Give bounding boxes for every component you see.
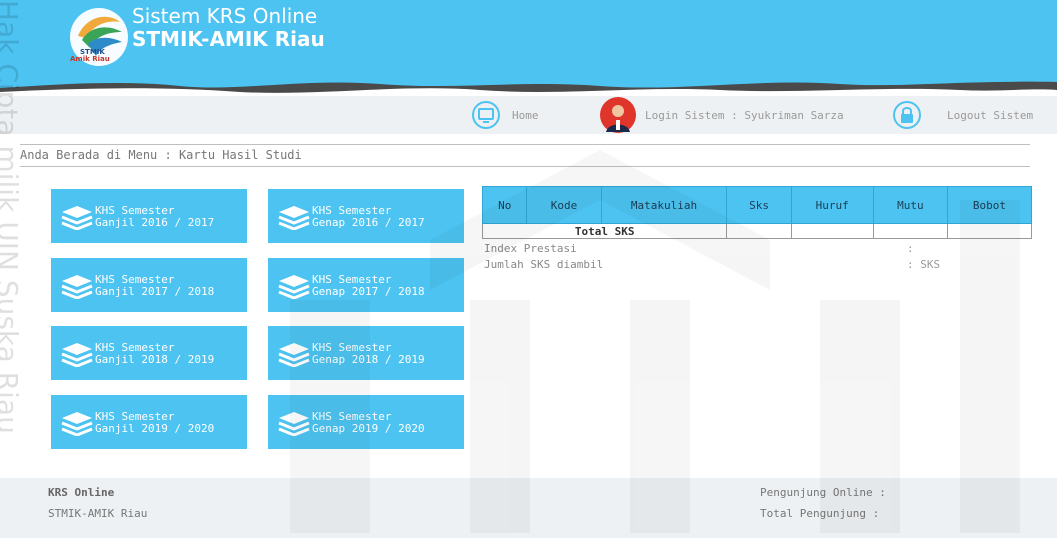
nav-login[interactable]: Login Sistem : Syukriman Sarza xyxy=(597,96,844,134)
khs-button-line2: Genap 2016 / 2017 xyxy=(312,216,425,229)
jumlah-sks-value: : SKS xyxy=(907,258,941,271)
footer-visitors-total: Total Pengunjung : xyxy=(760,507,880,520)
footer-visitors-online: Pengunjung Online : xyxy=(760,486,886,499)
col-header-huruf: Huruf xyxy=(790,186,874,224)
index-prestasi-label: Index Prestasi xyxy=(484,242,577,255)
table-header-row: No Kode Matakuliah Sks Huruf Mutu Bobot xyxy=(481,186,1033,224)
khs-button-ganjil-2018-2019[interactable]: KHS Semester Ganjil 2018 / 2019 xyxy=(51,326,247,380)
nav-home[interactable]: Home xyxy=(472,96,539,134)
khs-button-ganjil-2016-2017[interactable]: KHS Semester Ganjil 2016 / 2017 xyxy=(51,189,247,243)
khs-button-line2: Genap 2017 / 2018 xyxy=(312,285,425,298)
col-header-no: No xyxy=(481,186,528,224)
total-huruf-cell xyxy=(790,223,874,239)
lock-icon xyxy=(893,101,921,129)
books-icon xyxy=(61,206,93,230)
logo-caption: STMIK Amik Riau xyxy=(70,49,128,63)
logo-caption-line2: Amik Riau xyxy=(70,55,110,63)
khs-button-genap-2016-2017[interactable]: KHS Semester Genap 2016 / 2017 xyxy=(268,189,464,243)
books-icon xyxy=(278,206,310,230)
col-header-sks: Sks xyxy=(726,186,792,224)
books-icon xyxy=(61,275,93,299)
col-header-matakuliah: Matakuliah xyxy=(600,186,728,224)
avatar xyxy=(600,97,636,133)
jumlah-sks-label: Jumlah SKS diambil xyxy=(484,258,604,271)
total-mutu-cell xyxy=(872,223,948,239)
khs-button-ganjil-2017-2018[interactable]: KHS Semester Ganjil 2017 / 2018 xyxy=(51,258,247,312)
site-header: STMIK Amik Riau Sistem KRS Online STMIK-… xyxy=(0,0,1057,100)
index-prestasi-value: : xyxy=(907,242,914,255)
nav-logout[interactable]: Logout Sistem xyxy=(893,96,1033,134)
breadcrumb-divider-top xyxy=(20,144,1030,145)
col-header-bobot: Bobot xyxy=(946,186,1033,224)
khs-button-genap-2019-2020[interactable]: KHS Semester Genap 2019 / 2020 xyxy=(268,395,464,449)
watermark-side-text: Hak Cipta milik UIN Suska Riau xyxy=(0,0,24,434)
books-icon xyxy=(278,412,310,436)
total-sks-label: Total SKS xyxy=(481,223,728,239)
khs-button-line2: Ganjil 2017 / 2018 xyxy=(95,285,215,298)
khs-button-ganjil-2019-2020[interactable]: KHS Semester Ganjil 2019 / 2020 xyxy=(51,395,247,449)
khs-table: No Kode Matakuliah Sks Huruf Mutu Bobot … xyxy=(481,186,1033,239)
khs-button-line2: Ganjil 2018 / 2019 xyxy=(95,353,215,366)
footer-org: STMIK-AMIK Riau xyxy=(48,507,148,520)
nav-logout-label: Logout Sistem xyxy=(947,108,1034,122)
col-header-mutu: Mutu xyxy=(872,186,948,224)
books-icon xyxy=(61,412,93,436)
breadcrumb: Anda Berada di Menu : Kartu Hasil Studi xyxy=(20,148,302,162)
monitor-icon xyxy=(472,101,500,129)
total-sks-cell xyxy=(726,223,792,239)
khs-button-line2: Genap 2018 / 2019 xyxy=(312,353,425,366)
top-navbar: Home Login Sistem : Syukriman Sarza Logo… xyxy=(0,96,1057,134)
khs-button-genap-2018-2019[interactable]: KHS Semester Genap 2018 / 2019 xyxy=(268,326,464,380)
books-icon xyxy=(61,343,93,367)
khs-button-line2: Genap 2019 / 2020 xyxy=(312,422,425,435)
khs-button-line2: Ganjil 2019 / 2020 xyxy=(95,422,215,435)
app-title: Sistem KRS Online xyxy=(132,4,318,28)
footer-brand: KRS Online xyxy=(48,486,115,499)
col-header-kode: Kode xyxy=(526,186,602,224)
khs-button-genap-2017-2018[interactable]: KHS Semester Genap 2017 / 2018 xyxy=(268,258,464,312)
app-subtitle: STMIK-AMIK Riau xyxy=(132,27,325,51)
site-footer: KRS Online STMIK-AMIK Riau Pengunjung On… xyxy=(0,478,1057,538)
books-icon xyxy=(278,275,310,299)
breadcrumb-divider-bottom xyxy=(20,166,1030,167)
nav-login-label: Login Sistem : Syukriman Sarza xyxy=(645,108,844,122)
total-bobot-cell xyxy=(946,223,1033,239)
nav-home-label: Home xyxy=(512,108,539,122)
table-row-total: Total SKS xyxy=(481,223,1033,239)
books-icon xyxy=(278,343,310,367)
khs-button-line2: Ganjil 2016 / 2017 xyxy=(95,216,215,229)
